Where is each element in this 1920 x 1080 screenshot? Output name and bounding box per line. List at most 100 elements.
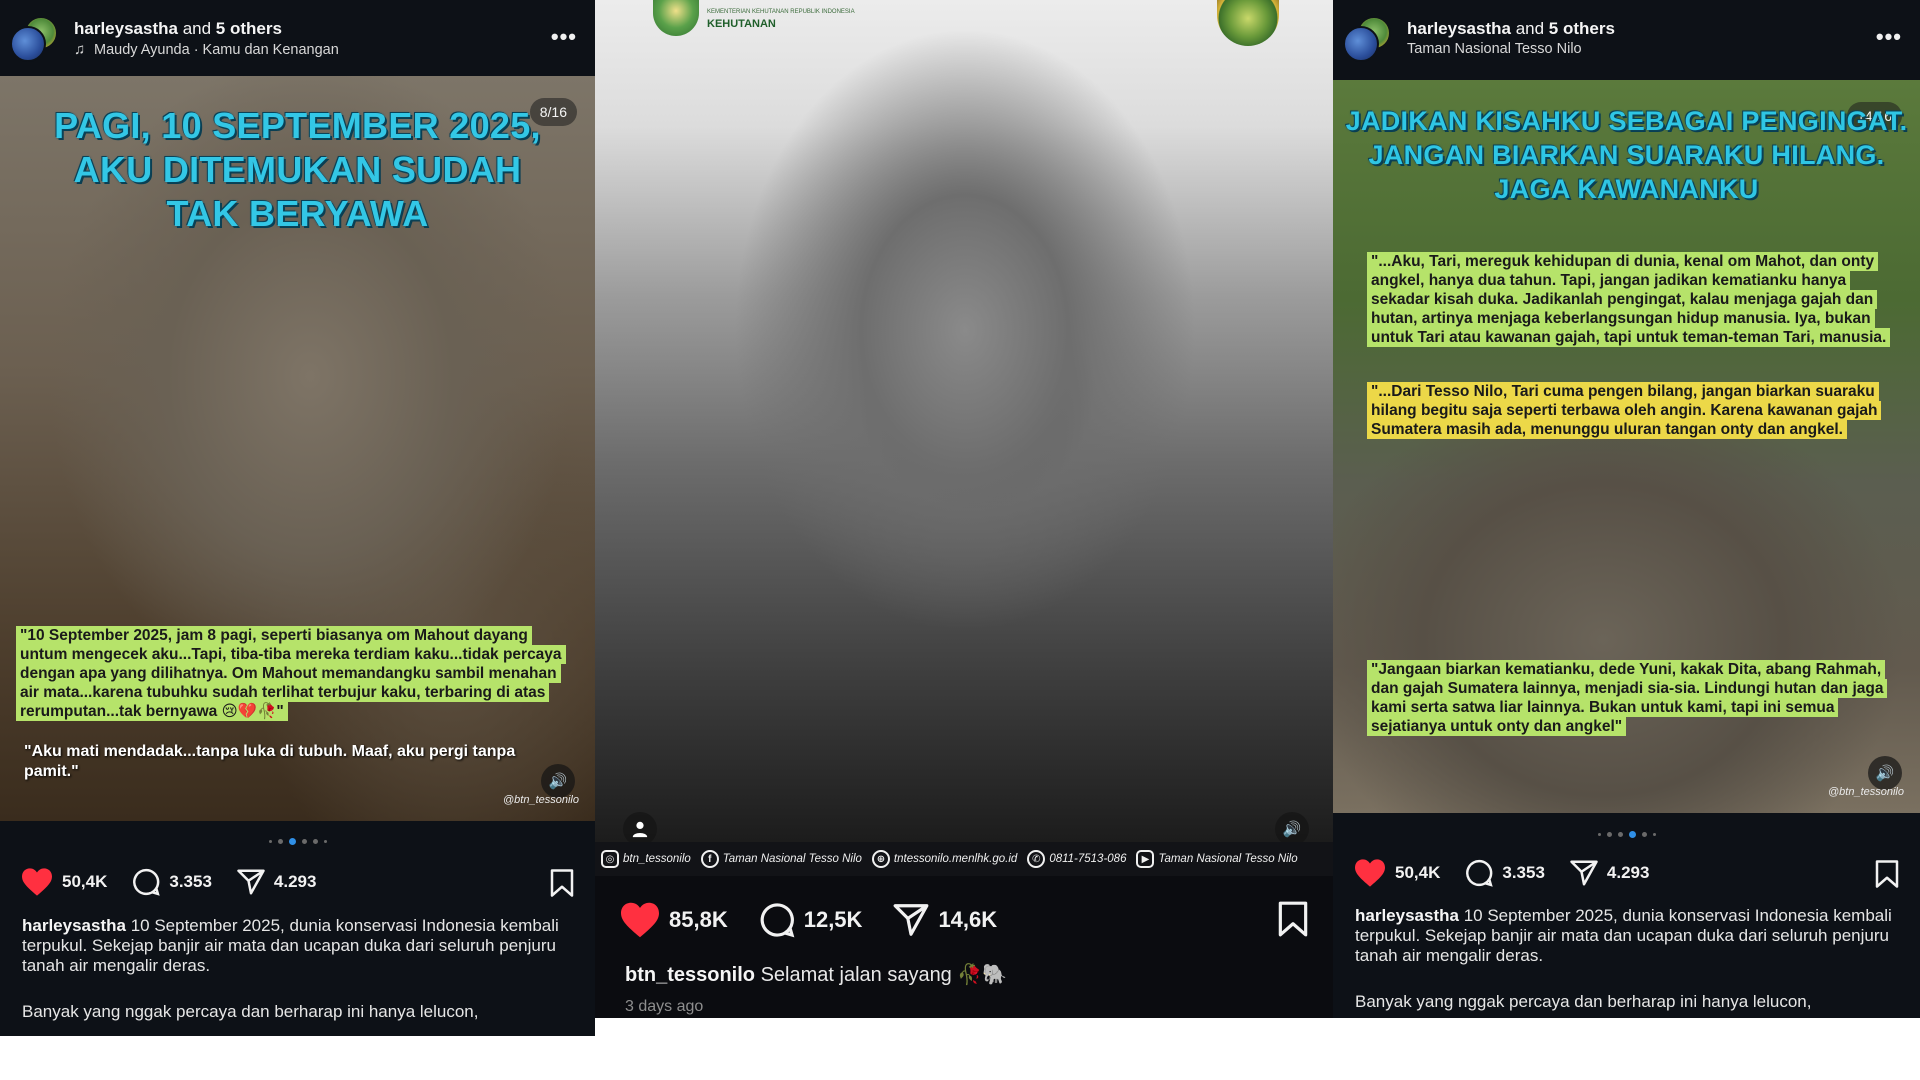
bookmark-button[interactable] [1874, 859, 1900, 894]
caption-username[interactable]: harleysastha [1355, 906, 1459, 925]
info-phone: 0811-7513-086 [1049, 853, 1127, 865]
comment-icon [1466, 859, 1494, 887]
share-icon [894, 904, 929, 936]
person-icon [632, 821, 648, 838]
music-info[interactable]: ♫ Maudy Ayunda · Kamu dan Kenangan [74, 41, 339, 58]
image-quote-3: "Jangaan biarkan kematianku, dede Yuni, … [1367, 660, 1907, 736]
action-bar: 50,4K 3.353 4.293 [20, 862, 575, 902]
ministry-logo: KEMENTERIAN KEHUTANAN REPUBLIK INDONESIA… [653, 0, 855, 36]
more-icon[interactable]: ••• [1876, 24, 1902, 50]
username[interactable]: harleysastha [74, 19, 178, 38]
info-youtube: Taman Nasional Tesso Nilo [1158, 853, 1298, 865]
share-count: 14,6K [938, 907, 998, 932]
comment-count: 3.353 [169, 872, 212, 891]
share-button[interactable]: 14,6K [892, 901, 997, 939]
music-note-icon: ♫ [74, 41, 86, 58]
carousel-dots [1333, 831, 1920, 838]
post-author[interactable]: harleysastha and 5 others [1407, 19, 1615, 39]
avatar[interactable] [1343, 16, 1391, 62]
caption-username[interactable]: harleysastha [22, 916, 126, 935]
like-count: 50,4K [1395, 863, 1441, 882]
post-header: harleysastha and 5 others ♫ Maudy Ayunda … [0, 0, 595, 76]
carousel-dots [0, 838, 595, 845]
caption-more: Banyak yang nggak percaya dan berharap i… [1355, 992, 1812, 1011]
sound-icon[interactable]: 🔊 [541, 764, 575, 798]
more-icon[interactable]: ••• [551, 24, 577, 50]
caption-text: Selamat jalan sayang 🥀🐘 [760, 964, 1008, 986]
post-media[interactable]: 14/16 JADIKAN KISAHKU SEBAGAI PENGINGAT.… [1333, 80, 1920, 813]
logo-text: KEHUTANAN [707, 18, 776, 30]
tagged-people-button[interactable] [623, 812, 657, 842]
image-quote-2: "Aku mati mendadak...tanpa luka di tubuh… [24, 743, 516, 780]
image-quote-2: "...Dari Tesso Nilo, Tari cuma pengen bi… [1367, 382, 1907, 439]
image-quote-1: "...Aku, Tari, mereguk kehidupan di duni… [1367, 252, 1907, 347]
like-button[interactable]: 50,4K [1353, 858, 1440, 888]
avatar[interactable] [10, 16, 58, 62]
bookmark-button[interactable] [1277, 900, 1309, 943]
comment-button[interactable]: 3.353 [131, 867, 212, 897]
sound-icon[interactable]: 🔊 [1868, 756, 1902, 790]
others-link[interactable]: 5 others [216, 19, 282, 38]
post-time: 3 days ago [625, 998, 704, 1015]
like-count: 50,4K [62, 872, 108, 891]
action-bar: 50,4K 3.353 4.293 [1353, 853, 1900, 893]
heart-icon [22, 868, 52, 896]
logo-subtext: KEMENTERIAN KEHUTANAN REPUBLIK INDONESIA [707, 9, 855, 15]
image-headline: JADIKAN KISAHKU SEBAGAI PENGINGAT. JANGA… [1345, 106, 1908, 204]
caption-username[interactable]: btn_tessonilo [625, 964, 755, 986]
info-web: tntessonilo.menlhk.go.id [893, 853, 1018, 865]
and-text: and [1515, 19, 1545, 38]
post-caption: btn_tessonilo Selamat jalan sayang 🥀🐘 [625, 962, 1007, 987]
watermark: @btn_tessonilo [1828, 786, 1904, 798]
comment-count: 12,5K [803, 907, 863, 932]
like-button[interactable]: 85,8K [619, 901, 728, 939]
sound-icon[interactable]: 🔊 [1275, 812, 1309, 842]
location-link[interactable]: Taman Nasional Tesso Nilo [1407, 41, 1582, 57]
share-icon [1570, 860, 1598, 886]
share-button[interactable]: 4.293 [236, 867, 317, 897]
contact-info-bar: ◎ btn_tessonilo f Taman Nasional Tesso Nil… [595, 842, 1333, 876]
post-2: KEMENTERIAN KEHUTANAN REPUBLIK INDONESIA… [595, 0, 1333, 1018]
comment-icon [760, 903, 795, 938]
info-facebook: Taman Nasional Tesso Nilo [722, 853, 862, 865]
facebook-icon: f [700, 850, 719, 868]
phone-icon: ✆ [1027, 850, 1046, 868]
comment-button[interactable]: 3.353 [1464, 858, 1545, 888]
comment-count: 3.353 [1502, 863, 1545, 882]
image-quote: "10 September 2025, jam 8 pagi, seperti … [16, 626, 576, 721]
post-header: harleysastha and 5 others Taman Nasional… [1333, 0, 1920, 80]
post-3: harleysastha and 5 others Taman Nasional… [1333, 0, 1920, 1018]
like-button[interactable]: 50,4K [20, 867, 107, 897]
bookmark-button[interactable] [549, 868, 575, 903]
ministry-emblem-icon [653, 0, 699, 36]
post-media[interactable]: 8/16 PAGI, 10 SEPTEMBER 2025, AKU DITEMU… [0, 76, 595, 821]
instagram-icon: ◎ [601, 850, 619, 868]
share-icon [237, 869, 265, 895]
globe-icon: ⊕ [871, 850, 890, 868]
bookmark-icon [1875, 860, 1899, 888]
bookmark-icon [1278, 901, 1308, 937]
post-caption: harleysastha 10 September 2025, dunia ko… [22, 916, 575, 976]
share-count: 4.293 [273, 872, 317, 891]
youtube-icon: ▶ [1136, 850, 1155, 868]
comment-icon [133, 868, 161, 896]
and-text: and [182, 19, 212, 38]
watermark: @btn_tessonilo [503, 794, 579, 806]
caption-more: Banyak yang nggak percaya dan berharap i… [22, 1002, 479, 1021]
bookmark-icon [550, 869, 574, 897]
image-headline: PAGI, 10 SEPTEMBER 2025, AKU DITEMUKAN S… [54, 105, 541, 234]
like-count: 85,8K [669, 907, 728, 932]
post-author[interactable]: harleysastha and 5 others [74, 19, 282, 39]
others-link[interactable]: 5 others [1549, 19, 1615, 38]
heart-icon [1355, 859, 1385, 887]
username[interactable]: harleysastha [1407, 19, 1511, 38]
heart-icon [621, 902, 659, 938]
post-media[interactable]: KEMENTERIAN KEHUTANAN REPUBLIK INDONESIA… [595, 0, 1333, 842]
comment-button[interactable]: 12,5K [758, 901, 863, 939]
post-1: harleysastha and 5 others ♫ Maudy Ayunda … [0, 0, 595, 1036]
park-emblem-icon [1217, 0, 1279, 46]
share-button[interactable]: 4.293 [1569, 858, 1649, 888]
music-label: Maudy Ayunda · Kamu dan Kenangan [94, 42, 339, 58]
post-caption: harleysastha 10 September 2025, dunia ko… [1355, 906, 1900, 966]
info-instagram: btn_tessonilo [623, 853, 691, 865]
